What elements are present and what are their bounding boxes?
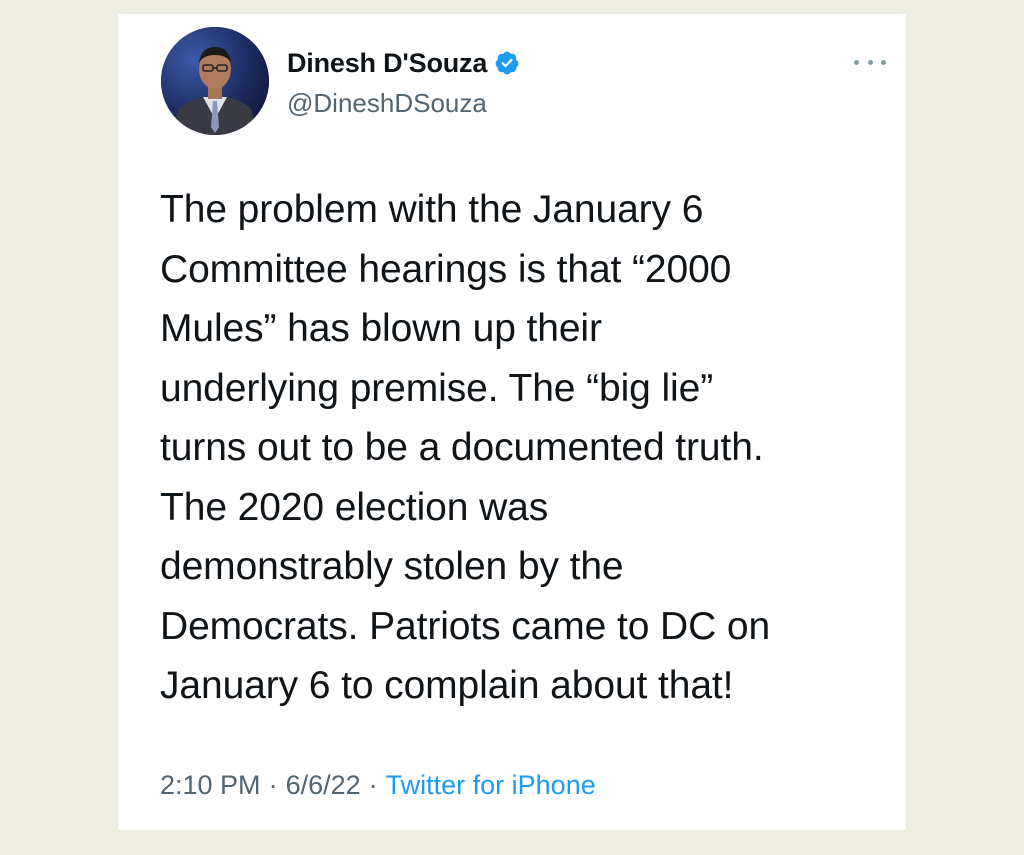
avatar[interactable] [161, 27, 269, 135]
more-options-icon[interactable] [854, 54, 886, 70]
meta-separator: · [368, 770, 378, 800]
author-handle[interactable]: @DineshDSouza [287, 88, 487, 119]
tweet-source-link[interactable]: Twitter for iPhone [386, 770, 596, 801]
author-name-row[interactable]: Dinesh D'Souza [287, 46, 520, 80]
verified-badge-icon [494, 50, 520, 76]
tweet-time[interactable]: 2:10 PM [160, 770, 261, 801]
tweet-text: The problem with the January 6 Committee… [160, 188, 771, 707]
tweet-card: Dinesh D'Souza @DineshDSouza The problem… [118, 14, 906, 830]
meta-separator: · [268, 770, 278, 800]
tweet-date[interactable]: 6/6/22 [286, 770, 361, 801]
author-display-name[interactable]: Dinesh D'Souza [287, 48, 487, 79]
tweet-meta: 2:10 PM · 6/6/22 · Twitter for iPhone [160, 770, 596, 801]
profile-photo-icon [161, 27, 269, 135]
